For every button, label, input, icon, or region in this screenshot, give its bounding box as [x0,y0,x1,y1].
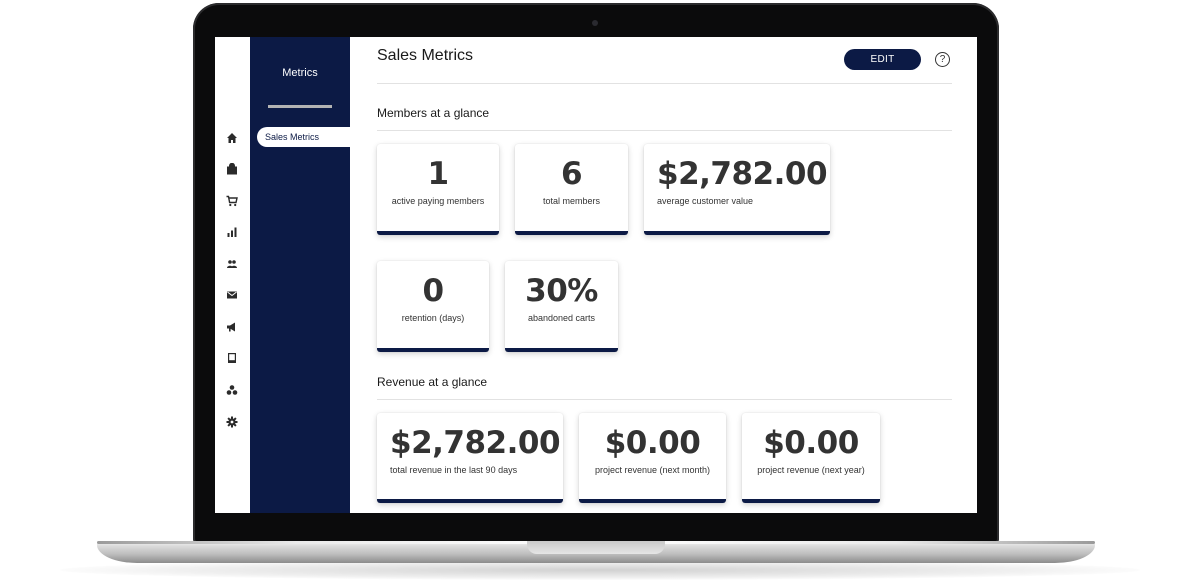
edit-button[interactable]: EDIT [844,49,921,70]
app-screen: Metrics Sales Metrics Sales Metrics EDIT… [215,37,977,513]
metric-value: 6 [560,156,583,192]
metric-value: $2,782.00 [657,156,828,192]
metric-label: active paying members [391,196,485,206]
circles-icon[interactable] [225,383,239,397]
nav-panel: Metrics Sales Metrics [250,37,350,513]
nav-title-underline [268,105,332,108]
metric-card-retention: 0 retention (days) [377,261,489,352]
help-icon[interactable]: ? [935,52,950,67]
laptop-notch [527,541,665,554]
metric-card-active-paying-members: 1 active paying members [377,144,499,235]
metric-card-average-customer-value: $2,782.00 average customer value [644,144,830,235]
bar-chart-icon[interactable] [225,225,239,239]
icon-rail [215,37,250,513]
metric-value: 1 [427,156,449,192]
home-icon[interactable] [225,131,239,145]
metric-card-total-members: 6 total members [515,144,628,235]
metric-value: 30% [525,273,598,309]
page-title: Sales Metrics [377,47,474,64]
metric-label: total revenue in the last 90 days [390,465,518,475]
sidebar-item-sales-metrics[interactable]: Sales Metrics [257,127,350,147]
gear-icon[interactable] [225,415,239,429]
metric-label: abandoned carts [527,313,596,323]
metric-value: $0.00 [604,425,701,461]
metric-value: 0 [422,273,444,309]
store-icon[interactable] [225,162,239,176]
people-icon[interactable] [225,257,239,271]
members-divider [377,130,952,131]
header-divider [377,83,952,84]
main-content: Sales Metrics EDIT ? Members at a glance… [350,37,977,513]
revenue-section-title: Revenue at a glance [377,375,488,389]
webcam [592,20,598,26]
metric-card-abandoned-carts: 30% abandoned carts [505,261,618,352]
metric-card-project-revenue-next-month: $0.00 project revenue (next month) [579,413,726,503]
metric-value: $0.00 [763,425,859,461]
members-section-title: Members at a glance [377,106,490,120]
metric-label: project revenue (next month) [594,465,711,475]
book-icon[interactable] [225,351,239,365]
laptop-shadow [60,560,1140,580]
megaphone-icon[interactable] [225,320,239,334]
metric-label: total members [542,196,601,206]
cart-icon[interactable] [225,194,239,208]
metric-value: $2,782.00 [390,425,561,461]
metric-card-total-revenue-90-days: $2,782.00 total revenue in the last 90 d… [377,413,563,503]
metric-label: project revenue (next year) [757,465,865,475]
metric-label: average customer value [657,196,754,206]
nav-title: Metrics [282,67,318,79]
metric-label: retention (days) [401,313,465,323]
metric-card-project-revenue-next-year: $0.00 project revenue (next year) [742,413,880,503]
revenue-divider [377,399,952,400]
mail-icon[interactable] [225,288,239,302]
